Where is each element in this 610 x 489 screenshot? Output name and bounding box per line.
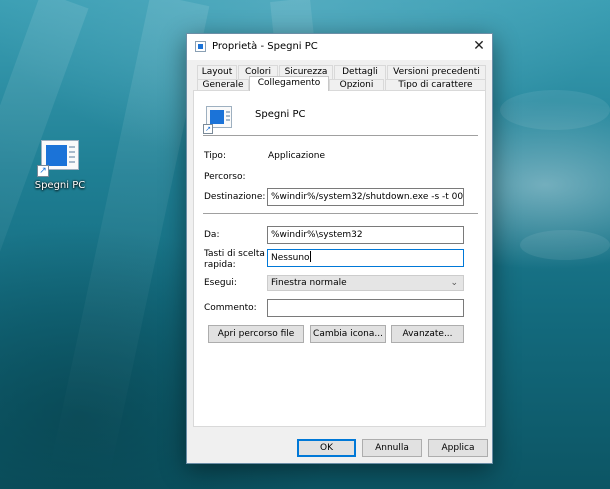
tab-layout[interactable]: Layout bbox=[197, 65, 237, 79]
esegui-select[interactable]: Finestra normale ⌄ bbox=[267, 275, 464, 291]
tasti-scelta-rapida-input[interactable]: Nessuno bbox=[267, 249, 464, 267]
desktop-shortcut-spegni-pc[interactable]: ↗ Spegni PC bbox=[32, 140, 88, 191]
divider bbox=[203, 213, 478, 214]
destinazione-label: Destinazione: bbox=[204, 192, 266, 202]
tipo-value: Applicazione bbox=[268, 151, 326, 161]
water-wave bbox=[500, 90, 610, 130]
tab-collegamento[interactable]: Collegamento bbox=[249, 76, 329, 91]
water-wave bbox=[520, 230, 610, 260]
desktop-shortcut-label: Spegni PC bbox=[34, 180, 86, 191]
annulla-button[interactable]: Annulla bbox=[362, 439, 422, 457]
title-bar[interactable]: Proprietà - Spegni PC ✕ bbox=[187, 34, 492, 60]
esegui-label: Esegui: bbox=[204, 278, 237, 288]
window-title: Proprietà - Spegni PC bbox=[212, 41, 318, 52]
close-button[interactable]: ✕ bbox=[470, 38, 488, 56]
collegamento-panel: ↗ Spegni PC Tipo: Applicazione Percorso:… bbox=[193, 90, 486, 427]
apri-percorso-file-button[interactable]: Apri percorso file bbox=[208, 325, 304, 343]
shortcut-large-icon: ↗ bbox=[203, 106, 232, 134]
da-input[interactable]: %windir%\system32 bbox=[267, 226, 464, 244]
shortcut-icon: ↗ bbox=[37, 140, 79, 177]
shortcut-title-icon bbox=[195, 41, 206, 52]
text-caret bbox=[309, 251, 311, 262]
avanzate-button[interactable]: Avanzate... bbox=[391, 325, 464, 343]
commento-input[interactable] bbox=[267, 299, 464, 317]
tab-versioni-precedenti[interactable]: Versioni precedenti bbox=[387, 65, 486, 79]
cambia-icona-button[interactable]: Cambia icona... bbox=[310, 325, 386, 343]
divider bbox=[203, 135, 478, 136]
shortcut-name: Spegni PC bbox=[255, 109, 306, 120]
tasti-value: Nessuno bbox=[271, 253, 310, 263]
ok-button[interactable]: OK bbox=[297, 439, 356, 457]
tasti-label-line2: rapida: bbox=[204, 260, 236, 270]
esegui-selected-value: Finestra normale bbox=[271, 278, 347, 288]
tab-dettagli[interactable]: Dettagli bbox=[334, 65, 386, 79]
percorso-label: Percorso: bbox=[204, 172, 246, 182]
da-label: Da: bbox=[204, 230, 220, 240]
destinazione-input[interactable]: %windir%/system32/shutdown.exe -s -t 00 bbox=[267, 188, 464, 206]
commento-label: Commento: bbox=[204, 303, 257, 313]
tipo-label: Tipo: bbox=[204, 151, 226, 161]
shortcut-arrow-icon: ↗ bbox=[203, 124, 213, 134]
shortcut-arrow-icon: ↗ bbox=[37, 165, 49, 177]
close-icon: ✕ bbox=[473, 38, 485, 54]
tasti-label-line1: Tasti di scelta bbox=[204, 249, 265, 259]
properties-dialog: Proprietà - Spegni PC ✕ Layout Colori Si… bbox=[186, 33, 493, 464]
applica-button[interactable]: Applica bbox=[428, 439, 488, 457]
chevron-down-icon: ⌄ bbox=[450, 278, 458, 288]
